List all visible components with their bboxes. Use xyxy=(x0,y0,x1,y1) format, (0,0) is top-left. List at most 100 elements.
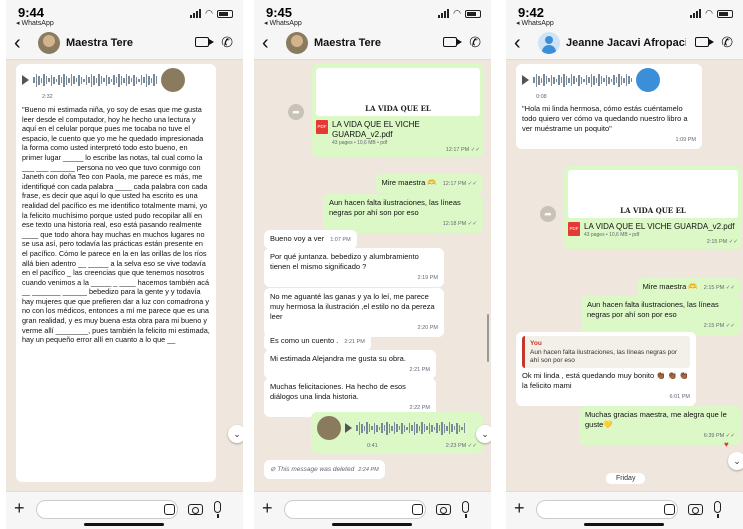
back-to-app-link[interactable]: ◂ WhatsApp xyxy=(516,19,554,27)
waveform-bar xyxy=(535,73,537,87)
microphone-icon[interactable] xyxy=(214,501,221,518)
microphone-icon[interactable] xyxy=(714,501,721,518)
chat-area[interactable]: ➦ LA VIDA QUE EL PDF LA VIDA QUE EL VICH… xyxy=(254,60,491,491)
message-outgoing[interactable]: Mire maestra 🫶 12:17 PM ✓✓ xyxy=(375,174,483,193)
contact-avatar[interactable] xyxy=(538,32,560,54)
back-arrow-icon[interactable]: ‹ xyxy=(514,33,521,53)
sticker-icon[interactable] xyxy=(164,504,175,515)
phone-call-icon[interactable]: ✆ xyxy=(721,34,733,51)
scroll-down-button[interactable]: ⌄ xyxy=(728,452,743,470)
audio-message-outgoing[interactable]: 0:41 2:23 PM ✓✓ xyxy=(311,412,483,454)
waveform-bar xyxy=(456,422,458,434)
contact-name[interactable]: Jeanne Jacavi Afropacif... xyxy=(566,37,686,49)
scrollbar[interactable] xyxy=(487,314,489,362)
waveform-bar xyxy=(421,422,423,434)
wifi-icon: ◠ xyxy=(453,8,461,18)
waveform-bar xyxy=(593,75,595,85)
message-text: Mire maestra 🫶 xyxy=(642,282,698,291)
message-incoming[interactable]: Es como un cuento . 2:21 PM xyxy=(264,332,371,351)
deleted-message[interactable]: ⊘ This message was deleted 2:24 PM xyxy=(264,460,385,479)
forward-icon[interactable]: ➦ xyxy=(288,104,304,120)
message-text: Mire maestra 🫶 xyxy=(381,178,437,187)
pdf-message[interactable]: LA VIDA QUE EL PDF LA VIDA QUE EL VICHE … xyxy=(312,64,484,157)
contact-name[interactable]: Maestra Tere xyxy=(66,37,133,49)
message-input[interactable] xyxy=(284,500,426,519)
chat-area[interactable]: 0:08 "Hola mi linda hermosa, cómo estás … xyxy=(506,60,743,491)
back-to-app-link[interactable]: ◂ WhatsApp xyxy=(264,19,302,27)
timestamp: 12:18 PM ✓✓ xyxy=(442,221,477,227)
sticker-icon[interactable] xyxy=(664,504,675,515)
message-outgoing[interactable]: Mire maestra 🫶 2:15 PM ✓✓ xyxy=(636,278,741,297)
signal-icon xyxy=(438,9,450,18)
quoted-message[interactable]: You Aun hacen falta ilustraciones, las l… xyxy=(522,336,690,368)
waveform-bar xyxy=(573,76,575,84)
waveform-bar xyxy=(443,423,445,433)
camera-icon[interactable] xyxy=(436,504,451,515)
video-call-icon[interactable] xyxy=(443,37,462,47)
message-incoming[interactable]: No me aguanté las ganas y ya lo leí, me … xyxy=(264,288,444,337)
pdf-message[interactable]: LA VIDA QUE EL PDF LA VIDA QUE EL VICHE … xyxy=(564,166,742,249)
contact-name[interactable]: Maestra Tere xyxy=(314,37,381,49)
waveform-bar xyxy=(386,421,388,435)
attach-plus-button[interactable]: + xyxy=(514,498,525,519)
contact-avatar[interactable] xyxy=(286,32,308,54)
timestamp: 6:39 PM ✓✓ xyxy=(703,433,735,439)
battery-icon xyxy=(217,9,233,18)
phone-call-icon[interactable]: ✆ xyxy=(221,34,233,51)
timestamp: 2:23 PM ✓✓ xyxy=(445,443,477,449)
play-icon[interactable] xyxy=(345,423,352,433)
wifi-icon: ◠ xyxy=(205,8,213,18)
scroll-down-button[interactable]: ⌄ xyxy=(228,425,243,443)
message-input[interactable] xyxy=(36,500,178,519)
waveform-bar xyxy=(563,73,565,87)
attach-plus-button[interactable]: + xyxy=(14,498,25,519)
camera-icon[interactable] xyxy=(688,504,703,515)
back-to-app-link[interactable]: ◂ WhatsApp xyxy=(16,19,54,27)
video-call-icon[interactable] xyxy=(195,37,214,47)
sticker-icon[interactable] xyxy=(412,504,423,515)
message-outgoing[interactable]: Aun hacen falta ilustraciones, las línea… xyxy=(581,296,741,335)
back-arrow-icon[interactable]: ‹ xyxy=(262,33,269,53)
waveform-bar xyxy=(155,76,157,84)
waveform-bar xyxy=(463,423,465,433)
thumbnail-title: LA VIDA QUE EL xyxy=(365,104,431,113)
chat-area[interactable]: 2:32 "Bueno mi estimada niña, yo soy de … xyxy=(6,60,243,491)
waveform-bar xyxy=(448,422,450,434)
contact-avatar[interactable] xyxy=(38,32,60,54)
play-icon[interactable] xyxy=(22,75,29,85)
pdf-meta: 43 pages • 10,6 MB • pdf xyxy=(332,140,388,146)
message-outgoing[interactable]: Muchas gracias maestra, me alegra que le… xyxy=(579,406,741,445)
waveform-bar xyxy=(58,75,60,85)
waveform-bar xyxy=(608,76,610,84)
audio-duration: 2:32 xyxy=(42,94,53,100)
heart-reaction-icon[interactable]: ♥ xyxy=(724,440,729,449)
message-outgoing[interactable]: Aun hacen falta ilustraciones, las línea… xyxy=(323,194,483,233)
signal-icon xyxy=(690,9,702,18)
phone-call-icon[interactable]: ✆ xyxy=(469,34,481,51)
microphone-icon[interactable] xyxy=(462,501,469,518)
reply-message[interactable]: You Aun hacen falta ilustraciones, las l… xyxy=(516,332,696,406)
status-time: 9:42 xyxy=(518,5,545,20)
message-incoming[interactable]: Bueno voy a ver 1:07 PM xyxy=(264,230,357,249)
waveform-bar xyxy=(583,78,585,82)
forward-icon[interactable]: ➦ xyxy=(540,206,556,222)
sender-avatar xyxy=(161,68,185,92)
waveform-bar xyxy=(130,78,132,82)
message-incoming[interactable]: Por qué juntanza. bebedizo y alumbramien… xyxy=(264,248,444,287)
back-arrow-icon[interactable]: ‹ xyxy=(14,33,21,53)
waveform-bar xyxy=(105,74,107,86)
waveform[interactable] xyxy=(356,421,465,435)
waveform[interactable] xyxy=(533,73,632,87)
message-incoming[interactable]: Mi estimada Alejandra me gusta su obra. … xyxy=(264,350,436,379)
attach-plus-button[interactable]: + xyxy=(262,498,273,519)
video-call-icon[interactable] xyxy=(695,37,714,47)
pdf-file-icon: PDF xyxy=(568,222,580,236)
scroll-down-button[interactable]: ⌄ xyxy=(476,425,491,443)
play-icon[interactable] xyxy=(522,75,529,85)
waveform[interactable] xyxy=(33,73,157,87)
message-input[interactable] xyxy=(536,500,678,519)
waveform-bar xyxy=(366,422,368,434)
camera-icon[interactable] xyxy=(188,504,203,515)
timestamp: 2:21 PM xyxy=(344,339,365,345)
waveform-bar xyxy=(408,423,410,433)
